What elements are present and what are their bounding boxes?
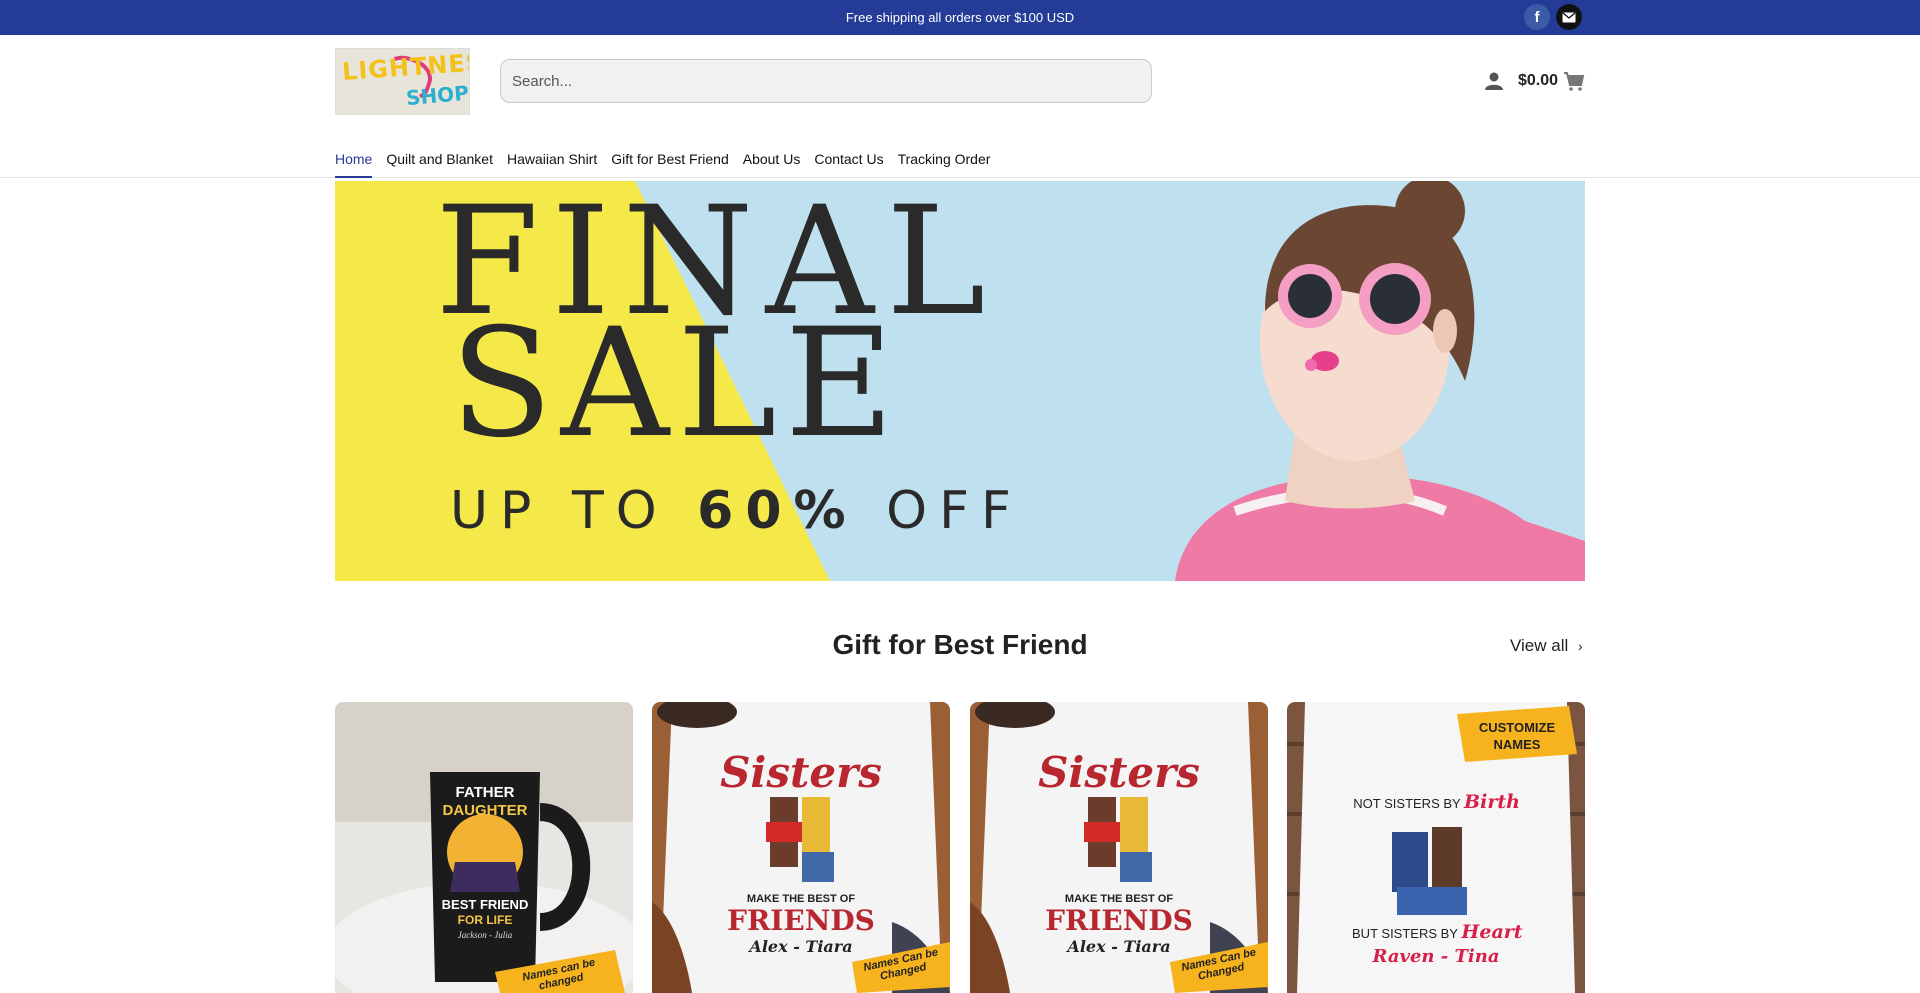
shipping-notice: Free shipping all orders over $100 USD [845,10,1075,25]
nav-about-us[interactable]: About Us [743,143,801,178]
account-icon[interactable] [1484,71,1504,91]
shirt-text-birth: Birth [1463,791,1520,813]
shirt-text-not-sisters: NOT SISTERS BY [1353,796,1461,811]
hero-heading-sale: SALE [450,297,903,471]
hero-discount-percent: 60% [697,481,858,541]
product-card-sisters-shirt[interactable]: Sisters MAKE THE BEST OF FRIENDS Alex - … [970,702,1268,993]
shirt-text-names-label: NAMES [1494,737,1541,752]
nav-contact-us[interactable]: Contact Us [814,143,883,178]
nav-gift-for-best-friend[interactable]: Gift for Best Friend [611,143,728,178]
hero-discount-suffix: OFF [857,481,1023,541]
cart-total[interactable]: $0.00 [1518,72,1558,90]
mug-text-for-life: FOR LIFE [458,913,513,927]
mail-icon[interactable] [1556,4,1582,30]
shirt-text-names-2: Raven - Tina [1371,946,1499,967]
chevron-right-icon[interactable]: › [1578,638,1583,654]
nav-tracking-order[interactable]: Tracking Order [898,143,991,178]
hero-discount-prefix: UP TO [450,481,698,541]
shirt-text-customize: CUSTOMIZE [1479,720,1556,735]
shirt-text-heart: Heart [1460,921,1522,943]
product-card-sisters-shirt[interactable]: Sisters MAKE THE BEST OF FRIENDS Alex - … [652,702,950,993]
shirt-text-names: Alex - Tiara [747,937,852,956]
section-title: Gift for Best Friend [832,629,1088,660]
nav-home[interactable]: Home [335,143,373,178]
mug-text-daughter: DAUGHTER [443,802,528,819]
site-header: LIGHTNES SHOP! $0.00 Home Quilt and Blan… [0,35,1920,178]
shirt-text-but-sisters: BUT SISTERS BY [1352,926,1458,941]
nav-hawaiian-shirt[interactable]: Hawaiian Shirt [507,143,597,178]
search-input[interactable] [500,59,1152,103]
shirt-text-friends: FRIENDS [727,904,875,937]
shirt-text-names: Alex - Tiara [1065,937,1170,956]
shirt-text-friends: FRIENDS [1045,904,1193,937]
facebook-icon[interactable]: f [1524,4,1550,30]
logo-text-bottom: SHOP! [405,79,470,111]
shirt-text-sisters: Sisters [1038,748,1200,797]
mug-text-father: FATHER [456,784,515,801]
product-image-shirt: Sisters MAKE THE BEST OF FRIENDS Alex - … [970,702,1268,993]
mug-text-best-friend: BEST FRIEND [442,897,529,912]
product-card-mug[interactable]: FATHER DAUGHTER BEST FRIEND FOR LIFE Jac… [335,702,633,993]
nav-quilt-and-blanket[interactable]: Quilt and Blanket [386,143,493,178]
view-all-link[interactable]: View all [1510,636,1568,656]
cart-icon[interactable] [1563,70,1585,92]
product-image-shirt-2: CUSTOMIZE NAMES NOT SISTERS BY Birth BUT… [1287,702,1585,993]
mug-text-names: Jackson - Julia [458,930,513,940]
envelope-glyph [1562,11,1576,22]
hero-banner[interactable]: FINAL SALE UP TO 60% OFF [335,181,1585,581]
shirt-text-sisters: Sisters [720,748,882,797]
product-image-mug: FATHER DAUGHTER BEST FRIEND FOR LIFE Jac… [335,702,633,993]
product-card-not-sisters-shirt[interactable]: CUSTOMIZE NAMES NOT SISTERS BY Birth BUT… [1287,702,1585,993]
hero-discount-text: UP TO 60% OFF [450,481,1023,541]
logo-text-top: LIGHTNES [341,48,470,86]
top-announcement-bar: Free shipping all orders over $100 USD f [0,0,1920,35]
product-image-shirt: Sisters MAKE THE BEST OF FRIENDS Alex - … [652,702,950,993]
site-logo[interactable]: LIGHTNES SHOP! [335,48,470,115]
main-navigation: Home Quilt and Blanket Hawaiian Shirt Gi… [335,143,1004,178]
